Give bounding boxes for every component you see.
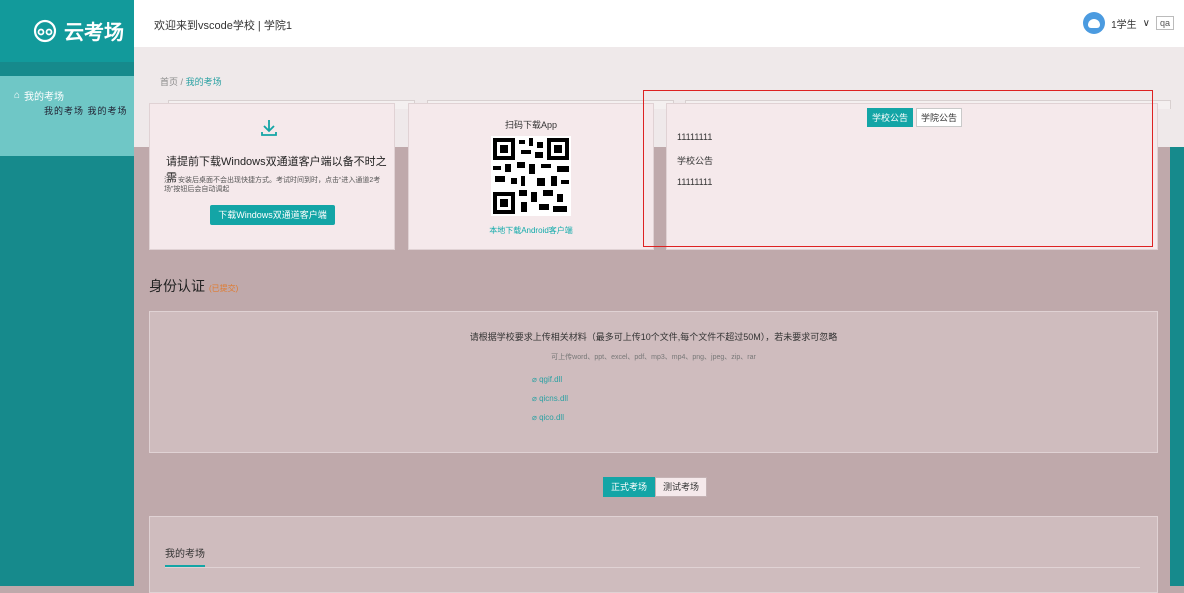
chevron-down-icon[interactable]: ∨ bbox=[1143, 18, 1150, 29]
user-name[interactable]: 1学生 bbox=[1111, 16, 1137, 31]
exam-tabs: 正式考场 测试考场 bbox=[603, 477, 708, 497]
sidebar-glitch-text: 我的考场 我的考场 bbox=[44, 106, 128, 116]
upload-allowed-types: 可上传word、ppt、excel、pdf、mp3、mp4、png、jpeg、z… bbox=[551, 354, 756, 361]
tab-test-exam[interactable]: 测试考场 bbox=[655, 477, 708, 497]
download-note: 注：安装后桌面不会出现快捷方式。考试时间到时，点击“进入通道2考场”按钮后会自动… bbox=[164, 177, 381, 193]
identity-section-title: 身份认证 (已提交) bbox=[149, 276, 238, 296]
top-header: 欢迎来到vscode学校 | 学院1 1学生 ∨ qa bbox=[134, 0, 1184, 47]
download-windows-client-button[interactable]: 下载Windows双通道客户端 bbox=[210, 205, 335, 225]
right-scroll-strip bbox=[1170, 147, 1184, 586]
upload-instructions: 请根据学校要求上传相关材料（最多可上传10个文件,每个文件不超过50M），若未要… bbox=[469, 332, 838, 342]
breadcrumb-separator: / bbox=[180, 77, 184, 87]
highlight-frame bbox=[643, 90, 1153, 247]
download-card: 请提前下载Windows双通道客户端以备不时之需 注：安装后桌面不会出现快捷方式… bbox=[149, 103, 395, 250]
sidebar-item-label: 我的考场 bbox=[24, 92, 65, 103]
home-icon: ⌂ bbox=[14, 90, 21, 101]
breadcrumb: 首页 / 我的考场 bbox=[160, 75, 222, 88]
qr-code-icon bbox=[491, 136, 571, 216]
qr-card: 扫码下载App 本地下载Android客户端 bbox=[408, 103, 654, 250]
file-name[interactable]: qgif.dll bbox=[539, 375, 562, 384]
qr-title: 扫码下载App bbox=[504, 120, 557, 130]
tab-formal-exam[interactable]: 正式考场 bbox=[603, 477, 656, 497]
breadcrumb-current: 我的考场 bbox=[185, 77, 222, 87]
paperclip-icon: ⌀ bbox=[532, 394, 537, 403]
file-name[interactable]: qico.dll bbox=[539, 413, 564, 422]
status-badge: (已提交) bbox=[209, 284, 239, 293]
app-logo-text: 云考场 bbox=[64, 22, 124, 44]
user-menu[interactable]: 1学生 ∨ qa bbox=[1083, 12, 1174, 34]
divider bbox=[165, 567, 1140, 568]
paperclip-icon: ⌀ bbox=[532, 375, 537, 384]
file-name[interactable]: qicns.dll bbox=[539, 394, 568, 403]
upload-card: 请根据学校要求上传相关材料（最多可上传10个文件,每个文件不超过50M），若未要… bbox=[149, 311, 1158, 453]
android-download-link[interactable]: 本地下载Android客户端 bbox=[409, 225, 653, 236]
file-link[interactable]: ⌀ qico.dll bbox=[532, 413, 564, 422]
file-link[interactable]: ⌀ qicns.dll bbox=[532, 394, 568, 403]
qa-badge: qa bbox=[1155, 16, 1174, 30]
cloud-logo-icon bbox=[33, 19, 57, 42]
my-exam-title[interactable]: 我的考场 bbox=[165, 545, 205, 560]
download-icon bbox=[261, 120, 277, 136]
my-exam-card: 我的考场 bbox=[149, 516, 1158, 593]
active-tab-underline bbox=[165, 565, 205, 567]
welcome-text: 欢迎来到vscode学校 | 学院1 bbox=[154, 20, 292, 32]
breadcrumb-home[interactable]: 首页 bbox=[160, 77, 178, 87]
sidebar: 云考场 ⌂ 我的考场 我的考场 我的考场 bbox=[0, 0, 134, 586]
avatar[interactable] bbox=[1083, 12, 1106, 34]
paperclip-icon: ⌀ bbox=[532, 413, 537, 422]
logo-bar: 云考场 bbox=[0, 0, 134, 62]
app-logo[interactable]: 云考场 bbox=[32, 16, 124, 45]
identity-title-text: 身份认证 bbox=[149, 278, 205, 294]
file-link[interactable]: ⌀ qgif.dll bbox=[532, 375, 562, 384]
